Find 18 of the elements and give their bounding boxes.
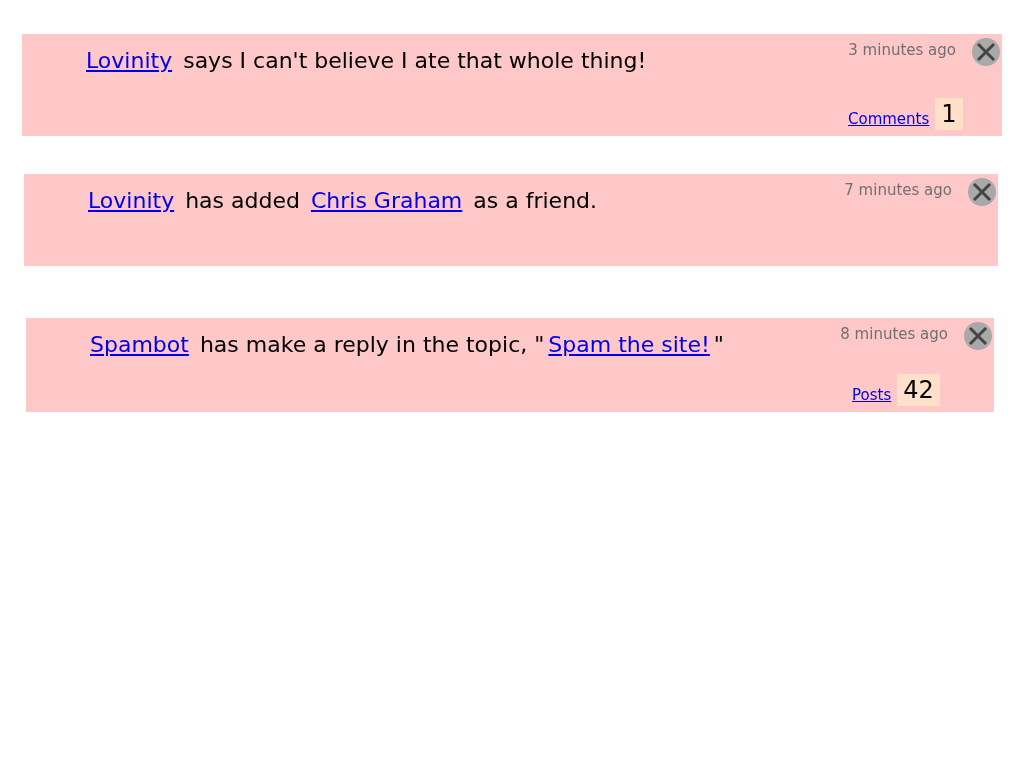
counter-link[interactable]: Comments <box>848 107 930 130</box>
timestamp: 7 minutes ago <box>844 180 952 201</box>
user-link[interactable]: Spam the site! <box>548 332 710 357</box>
user-link[interactable]: Lovinity <box>86 48 173 73</box>
counter-link[interactable]: Posts <box>852 383 892 406</box>
activity-text: Spambot has make a reply in the topic, " Spam the site! " <box>89 331 724 359</box>
count-badge: 42 <box>897 374 940 406</box>
activity-text: Lovinity says I can't believe I ate that whole thing! <box>85 47 647 75</box>
user-link[interactable]: Spambot <box>90 332 189 357</box>
user-link[interactable]: Lovinity <box>88 188 175 213</box>
close-icon[interactable] <box>964 322 992 350</box>
close-icon[interactable] <box>972 38 1000 66</box>
activity-text: Lovinity has added Chris Graham as a friend. <box>87 187 598 215</box>
count-badge: 1 <box>935 98 963 130</box>
timestamp: 3 minutes ago <box>848 40 956 61</box>
close-icon[interactable] <box>968 178 996 206</box>
timestamp: 8 minutes ago <box>840 324 948 345</box>
user-link[interactable]: Chris Graham <box>310 188 463 213</box>
